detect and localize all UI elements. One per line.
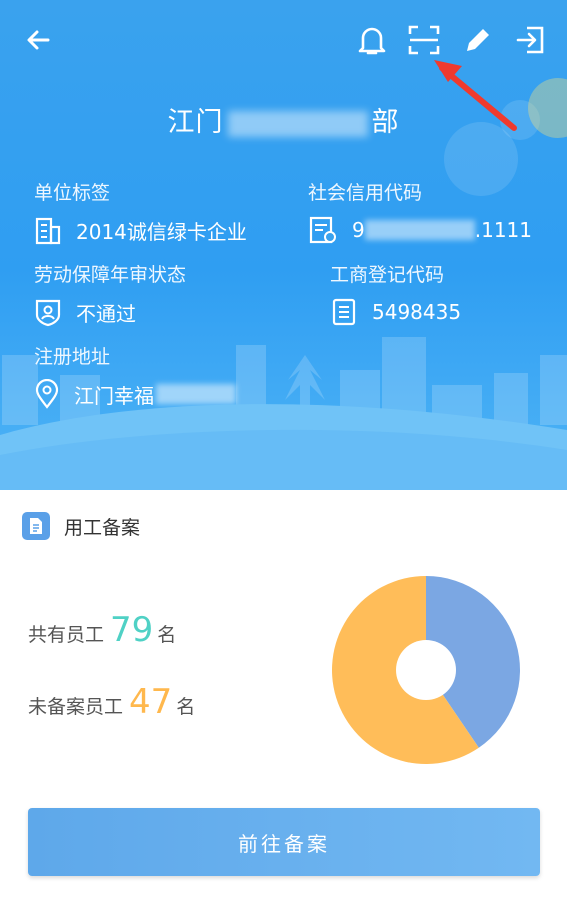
go-to-filing-button[interactable]: 前往备案 (28, 808, 540, 876)
back-arrow-icon[interactable] (18, 20, 58, 60)
bell-icon[interactable] (352, 20, 392, 60)
audit-status-label: 劳动保障年审状态 (34, 264, 187, 286)
business-code-value: 5498435 (372, 300, 462, 324)
unfiled-employees-unit: 名 (176, 696, 196, 718)
employee-donut-chart (332, 576, 520, 764)
business-code-label: 工商登记代码 (330, 264, 445, 286)
total-employees-label: 共有员工 (28, 624, 105, 646)
unfiled-employees-label: 未备案员工 (28, 696, 124, 718)
total-employees-count: 79 (110, 610, 154, 650)
credit-code-label: 社会信用代码 (308, 182, 423, 204)
company-name-suffix: 部 (371, 107, 400, 138)
business-code-field: 工商登记代码 5498435 (330, 260, 461, 327)
audit-status-field: 劳动保障年审状态 不通过 (34, 260, 186, 327)
edit-icon[interactable] (458, 20, 498, 60)
header-panel: 江门 部 单位标签 2014诚信绿卡企业 社会信用代码 9 .1111 劳动保障年… (0, 0, 567, 490)
audit-status-value: 不通过 (76, 301, 136, 326)
wave-decoration (0, 404, 567, 490)
document-list-icon (332, 298, 356, 326)
document-icon (22, 512, 50, 540)
company-name-prefix: 江门 (167, 107, 224, 138)
unit-tag-value: 2014诚信绿卡企业 (76, 219, 247, 244)
unfiled-employees-count: 47 (129, 682, 173, 722)
redacted-text (227, 110, 368, 137)
credit-code-field: 社会信用代码 9 .1111 (308, 178, 532, 245)
certificate-icon (309, 216, 336, 244)
redacted-text (364, 220, 475, 240)
unit-tag-field: 单位标签 2014诚信绿卡企业 (34, 178, 247, 245)
building-icon (35, 217, 61, 245)
exit-icon[interactable] (510, 20, 550, 60)
company-name: 江门 部 (0, 100, 567, 139)
section-title: 用工备案 (22, 512, 140, 540)
donut-hole (396, 640, 456, 700)
unit-tag-label: 单位标签 (34, 182, 111, 204)
scan-icon[interactable] (404, 20, 444, 60)
shield-user-icon (35, 299, 61, 327)
credit-code-value-start: 9 (352, 218, 365, 242)
credit-code-value-end: .1111 (474, 218, 532, 242)
section-title-label: 用工备案 (64, 516, 141, 539)
total-employees-unit: 名 (157, 624, 177, 646)
total-employees-stat: 共有员工 79 名 (28, 610, 176, 650)
unfiled-employees-stat: 未备案员工 47 名 (28, 682, 195, 722)
